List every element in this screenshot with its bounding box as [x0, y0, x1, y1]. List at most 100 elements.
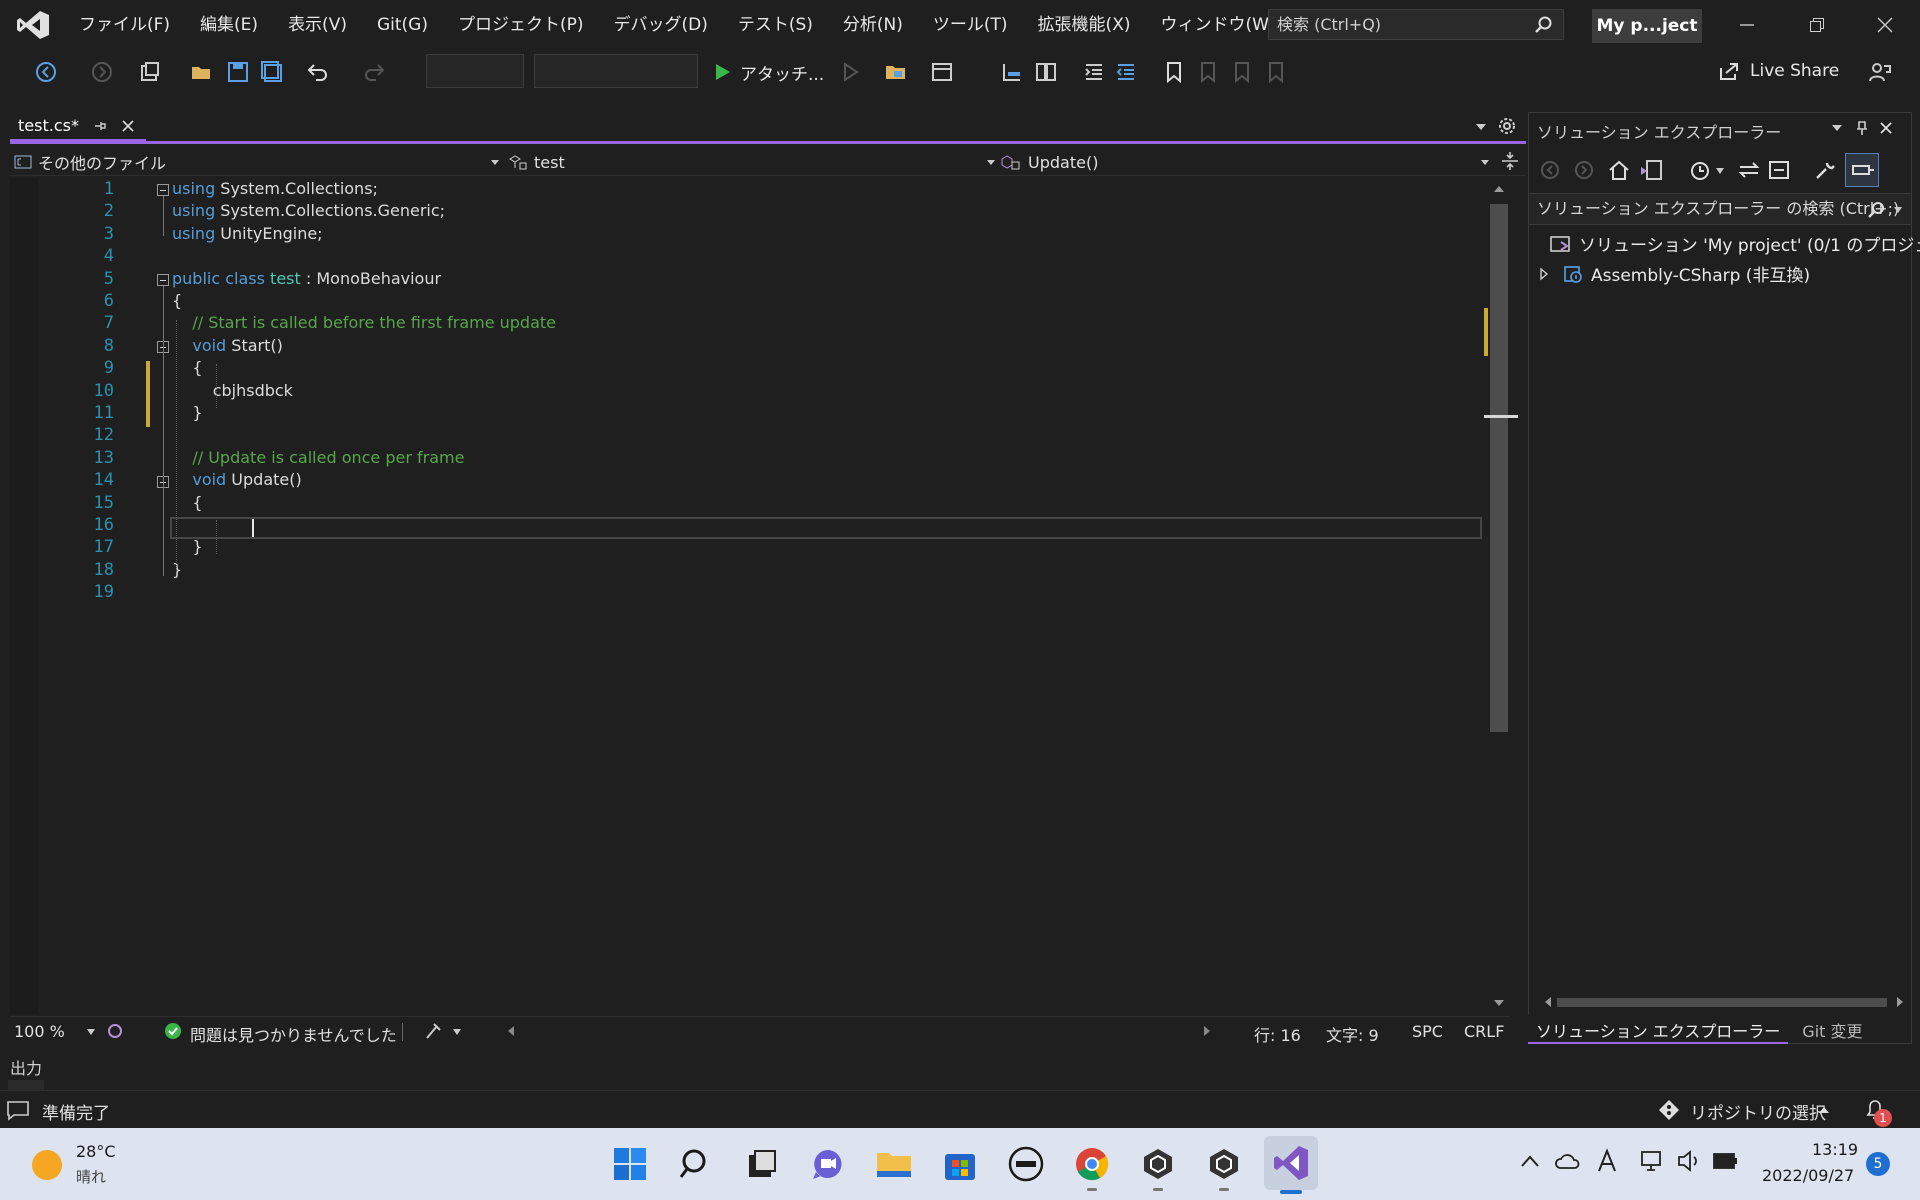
dell-button[interactable] — [1004, 1142, 1048, 1186]
feedback-icon[interactable] — [1868, 60, 1892, 84]
prev-bookmark-icon[interactable] — [1196, 60, 1220, 84]
clear-bookmarks-icon[interactable] — [1264, 60, 1288, 84]
chevron-down-icon[interactable] — [86, 1028, 96, 1036]
battery-icon[interactable] — [1712, 1150, 1740, 1172]
ime-input-icon[interactable] — [1596, 1148, 1618, 1174]
output-tab-handle[interactable] — [8, 1080, 44, 1090]
chevron-up-icon[interactable] — [1520, 1154, 1540, 1168]
tab-solution-explorer[interactable]: ソリューション エクスプローラー — [1528, 1014, 1789, 1044]
indent-icon[interactable] — [1082, 60, 1106, 84]
visual-studio-taskbar-button[interactable] — [1264, 1136, 1318, 1190]
tree-item-project[interactable]: Assembly-CSharp (非互換) — [1537, 261, 1810, 286]
close-tab-icon[interactable] — [121, 119, 135, 133]
start-debug-icon[interactable] — [710, 60, 734, 84]
solution-horizontal-scrollbar[interactable] — [1543, 995, 1909, 1009]
forward-navigate-icon[interactable] — [90, 60, 114, 84]
code-editor[interactable] — [10, 178, 1484, 1014]
close-panel-icon[interactable] — [1879, 121, 1893, 135]
code-line[interactable]: cbjhsdbck — [172, 380, 293, 402]
switch-views-icon[interactable] — [1639, 159, 1663, 181]
code-line[interactable]: public class test : MonoBehaviour — [172, 268, 441, 290]
chrome-button[interactable] — [1070, 1142, 1114, 1186]
whitespace-indicator[interactable]: SPC — [1412, 1022, 1443, 1041]
properties-wrench-icon[interactable] — [1813, 159, 1837, 181]
chevron-down-icon[interactable] — [1715, 167, 1725, 175]
layout-icon[interactable] — [930, 60, 954, 84]
code-line[interactable]: using UnityEngine; — [172, 223, 323, 245]
code-line[interactable]: void Update() — [172, 469, 301, 491]
menu-item-9[interactable]: 拡張機能(X) — [1023, 0, 1146, 50]
task-view-button[interactable] — [740, 1142, 784, 1186]
tree-item-solution[interactable]: ソリューション 'My project' (0/1 のプロジェクト) — [1549, 231, 1920, 256]
settings-gear-icon[interactable] — [1498, 117, 1516, 135]
start-without-debug-icon[interactable] — [838, 60, 862, 84]
code-line[interactable]: // Update is called once per frame — [172, 447, 464, 469]
menu-item-0[interactable]: ファイル(F) — [64, 0, 185, 50]
weather-sun-icon[interactable] — [30, 1148, 64, 1182]
split-window-icon[interactable] — [1500, 150, 1520, 172]
minimize-button[interactable] — [1712, 0, 1782, 50]
char-indicator[interactable]: 文字: 9 — [1326, 1022, 1379, 1046]
tab-list-dropdown-icon[interactable] — [1474, 122, 1488, 132]
code-line[interactable]: // Start is called before the first fram… — [172, 312, 556, 334]
live-share-button[interactable]: Live Share — [1718, 60, 1839, 82]
new-project-icon[interactable] — [138, 60, 162, 84]
line-indicator[interactable]: 行: 16 — [1254, 1022, 1301, 1046]
output-panel-label[interactable]: 出力 — [10, 1055, 42, 1079]
save-all-icon[interactable] — [260, 60, 284, 84]
onedrive-cloud-icon[interactable] — [1554, 1150, 1580, 1172]
unity-hub-button[interactable] — [1136, 1142, 1180, 1186]
start-button[interactable] — [608, 1142, 652, 1186]
outdent-icon[interactable] — [1114, 60, 1138, 84]
chevron-up-icon[interactable] — [1818, 1106, 1830, 1114]
next-bookmark-icon[interactable] — [1230, 60, 1254, 84]
back-navigate-icon[interactable] — [34, 60, 58, 84]
platform-dropdown[interactable] — [534, 54, 698, 88]
volume-icon[interactable] — [1676, 1148, 1702, 1174]
issues-status[interactable]: 問題は見つかりませんでした — [190, 1022, 397, 1046]
microsoft-store-button[interactable] — [938, 1142, 982, 1186]
notification-center-badge[interactable]: 5 — [1866, 1152, 1890, 1176]
code-line[interactable]: } — [172, 559, 182, 581]
search-input[interactable]: 検索 (Ctrl+Q) — [1268, 9, 1564, 40]
unity-editor-button[interactable] — [1202, 1142, 1246, 1186]
menu-item-3[interactable]: Git(G) — [362, 0, 443, 50]
repo-select[interactable]: リポジトリの選択 — [1690, 1099, 1826, 1124]
expand-arrow-icon[interactable] — [1537, 267, 1551, 281]
collapse-all-icon[interactable] — [1767, 159, 1791, 181]
zoom-level[interactable]: 100 % — [14, 1022, 65, 1041]
class-dropdown[interactable]: test — [508, 149, 996, 175]
file-explorer-button[interactable] — [872, 1142, 916, 1186]
code-line[interactable]: using System.Collections; — [172, 178, 378, 200]
code-line[interactable]: using System.Collections.Generic; — [172, 200, 445, 222]
project-name-badge[interactable]: My p...ject — [1592, 9, 1702, 43]
member-dropdown[interactable]: Update() — [1000, 149, 1490, 175]
intellicode-icon[interactable] — [106, 1022, 126, 1040]
scroll-thumb[interactable] — [1490, 204, 1508, 732]
menu-item-5[interactable]: デバッグ(D) — [599, 0, 723, 50]
editor-tab-test-cs[interactable]: test.cs* — [10, 112, 146, 142]
scroll-up-icon[interactable] — [1492, 184, 1506, 194]
menu-item-4[interactable]: プロジェクト(P) — [443, 0, 599, 50]
menu-item-2[interactable]: 表示(V) — [273, 0, 362, 50]
back-icon[interactable] — [1539, 159, 1561, 181]
output-window-icon[interactable] — [6, 1099, 30, 1121]
folder-view-icon[interactable] — [884, 60, 908, 84]
compare-icon[interactable] — [1034, 60, 1058, 84]
pin-icon[interactable] — [93, 119, 107, 133]
scroll-down-icon[interactable] — [1492, 998, 1506, 1008]
teams-chat-button[interactable] — [806, 1142, 850, 1186]
preview-selected-button[interactable] — [1845, 153, 1879, 187]
open-folder-icon[interactable] — [190, 60, 214, 84]
redo-icon[interactable] — [362, 60, 386, 84]
pending-changes-icon[interactable] — [1689, 159, 1713, 181]
clock-date[interactable]: 2022/09/27 — [1762, 1166, 1854, 1185]
close-window-button[interactable] — [1850, 0, 1920, 50]
chevron-down-icon[interactable] — [452, 1028, 462, 1036]
network-icon[interactable] — [1640, 1148, 1666, 1174]
menu-item-8[interactable]: ツール(T) — [918, 0, 1023, 50]
search-taskbar-button[interactable] — [674, 1142, 718, 1186]
restore-button[interactable] — [1782, 0, 1852, 50]
tab-git-changes[interactable]: Git 変更 — [1788, 1014, 1876, 1044]
code-line[interactable]: void Start() — [172, 335, 283, 357]
